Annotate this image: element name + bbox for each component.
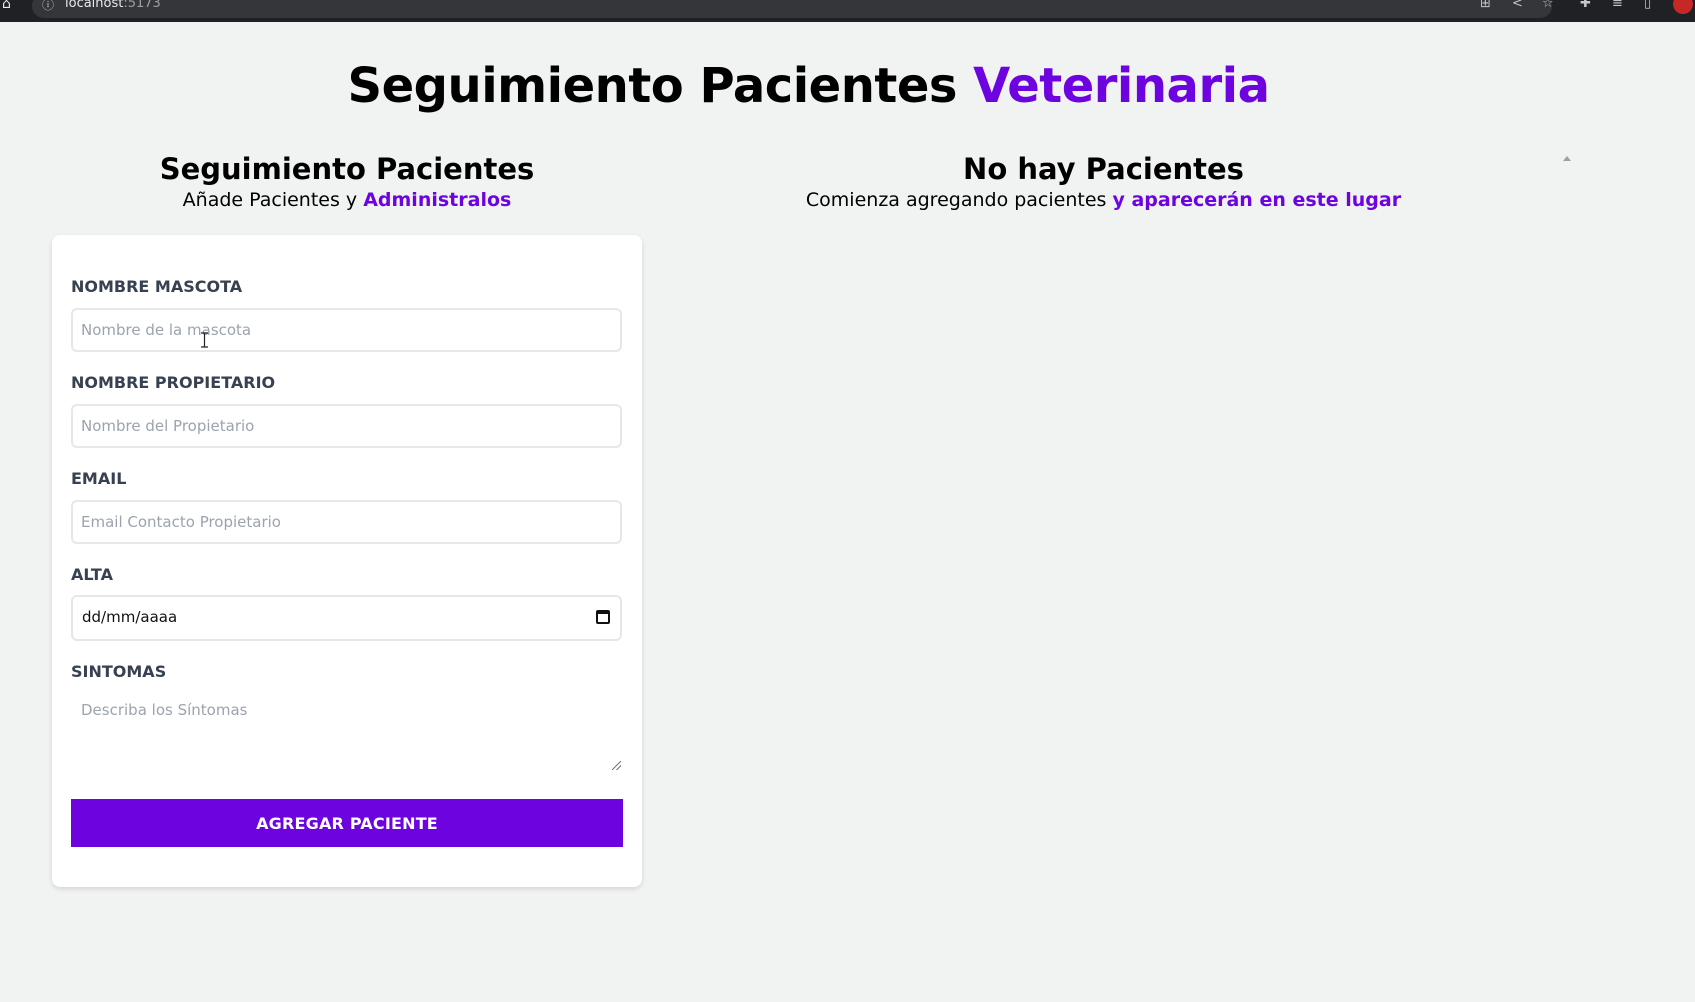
scroll-up-icon[interactable] <box>1563 156 1571 161</box>
star-icon[interactable]: ☆ <box>1542 0 1554 11</box>
symptoms-label: SINTOMAS <box>71 662 167 681</box>
address-bar[interactable] <box>32 0 1552 18</box>
info-icon[interactable]: ⓘ <box>42 0 54 11</box>
date-value: dd/mm/aaaa <box>82 608 178 626</box>
patient-form: NOMBRE MASCOTA NOMBRE PROPIETARIO EMAIL … <box>52 235 642 887</box>
url-host: localhost <box>65 0 124 11</box>
owner-name-label: NOMBRE PROPIETARIO <box>71 373 276 392</box>
media-icon[interactable]: ≡ <box>1612 0 1623 11</box>
patients-section-subtitle: Comienza agregando pacientes y aparecerá… <box>700 187 1507 213</box>
resize-handle-icon[interactable] <box>612 761 621 770</box>
add-patient-button[interactable]: AGREGAR PACIENTE <box>71 799 623 847</box>
email-label: EMAIL <box>71 469 127 488</box>
form-section-subtitle: Añade Pacientes y Administralos <box>52 187 642 213</box>
form-section-title: Seguimiento Pacientes <box>159 152 535 186</box>
extensions-icon[interactable]: ✚ <box>1580 0 1591 11</box>
email-input[interactable] <box>71 500 622 544</box>
patients-subtitle-plain: Comienza agregando pacientes <box>805 189 1113 211</box>
url-port: :5173 <box>123 0 161 11</box>
patients-subtitle-accent: y aparecerán en este lugar <box>1112 189 1402 211</box>
page-title-accent: Veterinaria <box>973 58 1270 114</box>
symptoms-textarea[interactable] <box>71 689 622 769</box>
calendar-icon[interactable] <box>596 610 610 624</box>
page-title: Seguimiento Pacientes Veterinaria <box>0 58 1617 114</box>
page-title-main: Seguimiento Pacientes <box>347 58 974 114</box>
browser-toolbar: ⌂ ⓘ localhost:5173 ⊞ < ☆ ✚ ≡ ▯ <box>0 0 1695 22</box>
pet-name-label: NOMBRE MASCOTA <box>71 277 243 296</box>
share-icon[interactable]: < <box>1512 0 1523 11</box>
patients-section-title: No hay Pacientes <box>963 152 1244 186</box>
patients-heading: No hay Pacientes Comienza agregando paci… <box>700 151 1507 213</box>
avatar[interactable] <box>1673 0 1693 14</box>
sidebar-icon[interactable]: ▯ <box>1644 0 1651 11</box>
text-cursor-icon <box>201 332 208 348</box>
form-subtitle-plain: Añade Pacientes y <box>182 189 364 211</box>
discharge-date-input[interactable]: dd/mm/aaaa <box>71 595 622 641</box>
home-icon[interactable]: ⌂ <box>2 0 11 11</box>
form-heading: Seguimiento Pacientes Añade Pacientes y … <box>52 151 642 213</box>
url-text[interactable]: localhost:5173 <box>65 0 161 11</box>
form-subtitle-accent: Administralos <box>363 189 512 211</box>
discharge-label: ALTA <box>71 565 113 584</box>
pet-name-input[interactable] <box>71 308 622 352</box>
translate-icon[interactable]: ⊞ <box>1480 0 1491 11</box>
owner-name-input[interactable] <box>71 404 622 448</box>
